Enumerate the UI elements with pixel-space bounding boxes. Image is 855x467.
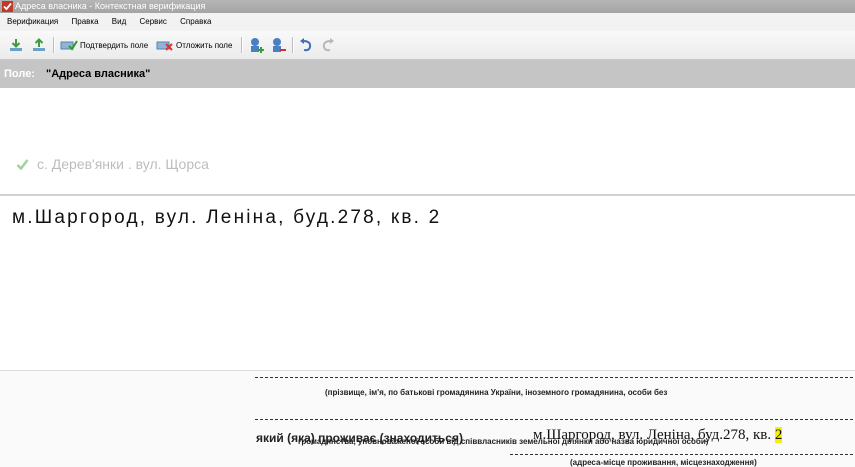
scan-lives-label: який (яка) проживає (знаходиться) [256,431,463,445]
user-search-remove-icon [273,38,286,52]
scan-address-text: м.Шаргород, вул. Леніна, буд.278, кв. [533,427,772,443]
undo-button[interactable] [299,36,313,54]
upload-button[interactable] [31,36,47,54]
menu-verification[interactable]: Верификация [7,13,58,31]
scan-line [510,454,855,455]
redo-icon [322,38,334,52]
scan-caption-line1: (прізвище, ім'я, по батькові громадянина… [325,388,668,397]
divider [0,194,855,196]
check-icon [16,158,29,170]
suggestion-item[interactable]: с. Дерев'янки . вул. Щорса [16,154,209,174]
toolbar-separator [292,37,294,53]
title-bar: Адреса власника - Контекстная верификаци… [0,0,855,13]
menu-view[interactable]: Вид [112,13,126,31]
undo-icon [300,38,312,52]
window-title: Адреса власника - Контекстная верификаци… [15,1,206,11]
download-button[interactable] [8,36,24,54]
user-search-add-icon [251,38,264,53]
address-input[interactable]: м.Шаргород, вул. Леніна, буд.278, кв. 2 [12,207,441,229]
find-user-remove-button[interactable] [270,36,288,54]
toolbar-separator [241,37,243,53]
arrow-up-icon [33,38,45,51]
confirm-field-button[interactable]: Подтвердить поле [60,36,148,54]
suggestion-text: с. Дерев'янки . вул. Щорса [37,156,209,172]
defer-field-button[interactable]: Отложить поле [156,36,232,54]
find-user-add-button[interactable] [248,36,266,54]
menu-edit[interactable]: Правка [72,13,99,31]
scan-line [255,377,855,378]
defer-field-label: Отложить поле [176,40,233,50]
field-header: Поле: "Адреса власника" [0,60,855,88]
scan-line [255,419,855,420]
toolbar-separator [53,37,55,53]
scan-handwritten-address: м.Шаргород, вул. Леніна, буд.278, кв. 2 [533,427,783,444]
toolbar: Подтвердить поле Отложить поле [0,31,855,60]
redo-button[interactable] [321,36,335,54]
menu-bar: Верификация Правка Вид Сервис Справка [0,13,855,31]
field-label: Поле: [4,68,35,80]
confirm-check-icon [60,40,78,51]
confirm-field-label: Подтвердить поле [80,40,149,50]
defer-x-icon [156,41,173,51]
document-scan: (прізвище, ім'я, по батькові громадянина… [0,370,855,467]
field-name: "Адреса власника" [46,68,151,80]
menu-help[interactable]: Справка [180,13,211,31]
app-check-icon [2,1,13,12]
arrow-down-icon [10,39,22,51]
menu-service[interactable]: Сервис [139,13,166,31]
scan-address-highlight: 2 [774,427,783,443]
